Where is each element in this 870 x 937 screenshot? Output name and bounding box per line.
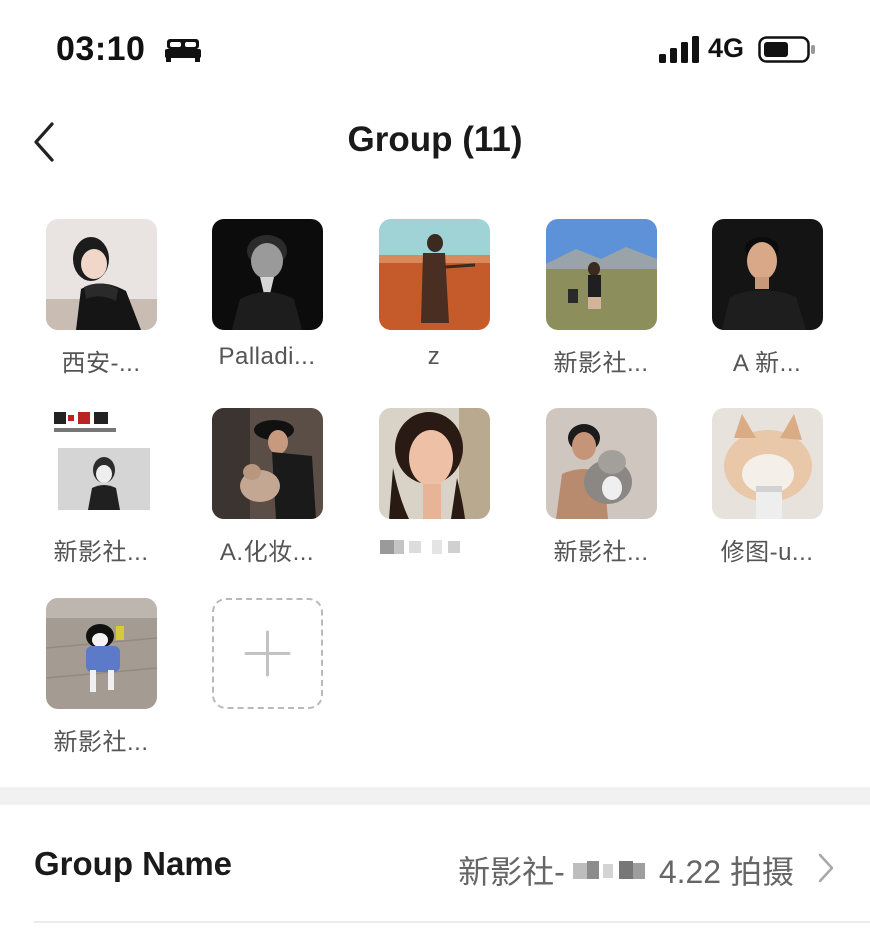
avatar bbox=[379, 219, 490, 330]
avatar bbox=[46, 408, 157, 519]
nav-bar: Group (11) bbox=[0, 100, 870, 190]
member-item[interactable]: 西安-... bbox=[31, 219, 171, 389]
row-divider bbox=[34, 921, 870, 923]
avatar bbox=[212, 408, 323, 519]
group-name-row[interactable]: Group Name 新影社- 4.22 拍摄 bbox=[0, 805, 870, 923]
add-member-button[interactable] bbox=[197, 598, 337, 768]
group-name-label: Group Name bbox=[34, 845, 233, 882]
member-name: 西安-... bbox=[61, 350, 141, 377]
avatar bbox=[379, 408, 490, 519]
member-name: z bbox=[427, 343, 441, 370]
avatar bbox=[546, 219, 657, 330]
member-name: Palladi... bbox=[218, 343, 316, 370]
avatar bbox=[46, 598, 157, 709]
chevron-right-icon bbox=[818, 853, 834, 883]
member-item[interactable]: z bbox=[364, 219, 504, 389]
avatar bbox=[546, 408, 657, 519]
member-item[interactable]: 新影社... bbox=[531, 408, 671, 578]
bed-sleep-icon bbox=[165, 39, 201, 62]
section-divider bbox=[0, 787, 870, 805]
member-name: 修图-u... bbox=[720, 539, 814, 566]
member-item[interactable]: A 新... bbox=[697, 219, 837, 389]
signal-icon bbox=[659, 36, 699, 63]
plus-icon bbox=[244, 630, 291, 677]
network-type: 4G bbox=[708, 33, 745, 63]
blurred-member-name bbox=[364, 532, 504, 562]
add-member-tile[interactable] bbox=[212, 598, 323, 709]
member-name: 新影社... bbox=[553, 350, 649, 377]
member-name: A.化妆... bbox=[219, 539, 315, 566]
avatar bbox=[46, 219, 157, 330]
avatar bbox=[712, 219, 823, 330]
avatar bbox=[712, 408, 823, 519]
member-item[interactable]: 修图-u... bbox=[697, 408, 837, 578]
group-name-value-suffix: 4.22 拍摄 bbox=[658, 854, 794, 890]
member-name: A 新... bbox=[732, 350, 802, 377]
battery-icon bbox=[758, 36, 815, 63]
member-item[interactable]: 新影社... bbox=[31, 598, 171, 768]
member-name: 新影社... bbox=[53, 729, 149, 756]
member-item[interactable]: Palladi... bbox=[197, 219, 337, 389]
member-item[interactable]: 新影社... bbox=[31, 408, 171, 578]
status-time: 03:10 bbox=[56, 30, 146, 68]
group-name-value-prefix: 新影社- bbox=[458, 854, 565, 890]
avatar bbox=[212, 219, 323, 330]
member-name: 新影社... bbox=[553, 539, 649, 566]
group-name-value: 新影社- 4.22 拍摄 bbox=[458, 847, 794, 893]
member-name: 新影社... bbox=[53, 539, 149, 566]
page-title: Group (11) bbox=[347, 120, 523, 159]
member-item[interactable]: A.化妆... bbox=[197, 408, 337, 578]
member-item[interactable]: 新影社... bbox=[531, 219, 671, 389]
member-item[interactable] bbox=[364, 408, 504, 578]
status-bar: 03:10 4G bbox=[0, 0, 870, 100]
blurred-text bbox=[567, 855, 657, 885]
